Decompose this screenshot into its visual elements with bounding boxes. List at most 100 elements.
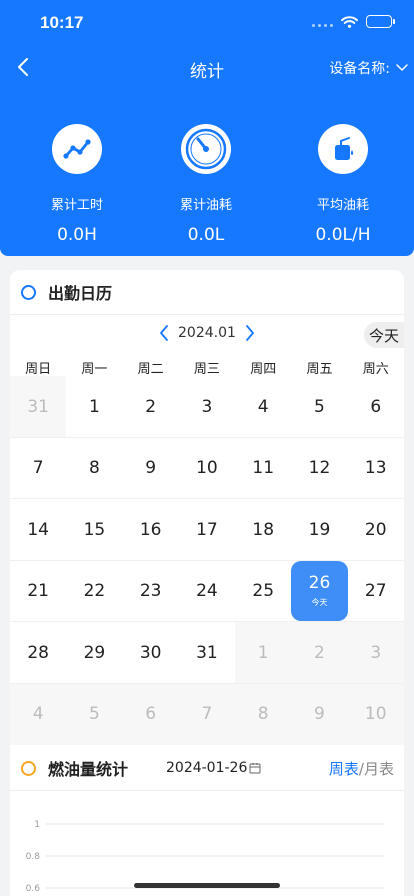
day-number: 7 bbox=[201, 704, 213, 724]
month-switcher: 2024.01 今天 bbox=[10, 320, 404, 348]
calendar-day[interactable]: 4 bbox=[235, 376, 291, 437]
month-controls: 2024.01 bbox=[158, 324, 256, 342]
stat-fuel-total: 累计油耗 0.0L bbox=[146, 124, 266, 245]
calendar-day[interactable]: 7 bbox=[10, 438, 66, 499]
day-number: 19 bbox=[308, 519, 331, 540]
calendar-title: 出勤日历 bbox=[48, 284, 113, 303]
calendar-day[interactable]: 6 bbox=[122, 683, 179, 745]
fuel-header: 燃油量统计 2024-01-26 周表/月表 bbox=[10, 746, 404, 790]
fuel-can-icon bbox=[335, 137, 354, 160]
day-number: 2 bbox=[314, 642, 325, 663]
calendar-day[interactable]: 1 bbox=[235, 622, 292, 683]
calendar-day[interactable]: 5 bbox=[291, 376, 347, 437]
calendar-week-row: 14 15 16 17 18 19 20 bbox=[10, 499, 404, 561]
table-toggle: 周表/月表 bbox=[329, 758, 394, 779]
y-tick-label: 0.8 bbox=[26, 852, 41, 862]
calendar-day[interactable]: 23 bbox=[123, 561, 179, 622]
calendar-day[interactable]: 8 bbox=[235, 683, 292, 745]
calendar-day-today[interactable]: 26 今天 bbox=[291, 560, 348, 621]
stat-value: 0.0L bbox=[187, 225, 225, 245]
calendar-day[interactable]: 4 bbox=[10, 683, 67, 745]
day-number: 31 bbox=[196, 642, 218, 663]
status-time: 10:17 bbox=[40, 13, 84, 32]
day-number: 5 bbox=[88, 704, 100, 724]
calendar-day[interactable]: 10 bbox=[347, 683, 404, 745]
day-number: 10 bbox=[364, 704, 387, 724]
calendar-day[interactable]: 3 bbox=[179, 376, 235, 437]
calendar-day[interactable]: 13 bbox=[348, 438, 404, 499]
divider bbox=[10, 790, 404, 791]
stat-label: 平均油耗 bbox=[316, 198, 369, 213]
calendar-day[interactable]: 31 bbox=[10, 376, 67, 437]
calendar-icon bbox=[249, 763, 261, 774]
day-number: 4 bbox=[257, 396, 269, 417]
calendar-week-row: 28 29 30 31 1 2 3 bbox=[10, 622, 404, 684]
calendar-day[interactable]: 21 bbox=[10, 561, 66, 622]
calendar-day[interactable]: 9 bbox=[123, 438, 179, 499]
month-table-tab[interactable]: 月表 bbox=[364, 760, 394, 778]
calendar-day[interactable]: 27 bbox=[348, 561, 404, 622]
nav-bar: 统计 设备名称: bbox=[0, 50, 414, 84]
header: 10:17 统计 设备名称: 累计工时 0.0H 累计油耗 0.0L 平均油耗 … bbox=[0, 0, 414, 256]
next-month-button[interactable] bbox=[244, 324, 256, 342]
day-number: 22 bbox=[83, 581, 106, 601]
calendar-week-row: 21 22 23 24 25 26 今天 27 bbox=[10, 560, 404, 622]
day-number: 3 bbox=[201, 396, 213, 417]
calendar-day[interactable]: 2 bbox=[123, 376, 179, 437]
calendar-day[interactable]: 28 bbox=[10, 622, 66, 683]
day-number: 27 bbox=[364, 581, 387, 601]
calendar-day[interactable]: 19 bbox=[291, 499, 347, 560]
day-number: 29 bbox=[83, 642, 106, 663]
calendar-day[interactable]: 7 bbox=[178, 683, 236, 745]
calendar-day[interactable]: 3 bbox=[347, 622, 404, 683]
chevron-down-icon bbox=[396, 64, 408, 72]
calendar-day[interactable]: 15 bbox=[66, 499, 122, 560]
calendar-header: 出勤日历 bbox=[10, 270, 404, 314]
prev-month-button[interactable] bbox=[158, 324, 170, 342]
calendar-day[interactable]: 9 bbox=[291, 683, 348, 745]
calendar-day[interactable]: 31 bbox=[179, 622, 235, 683]
calendar-day[interactable]: 11 bbox=[235, 438, 291, 499]
day-number: 13 bbox=[364, 458, 387, 478]
status-bar: 10:17 bbox=[0, 0, 414, 46]
today-sub-label: 今天 bbox=[311, 598, 328, 607]
stat-value: 0.0H bbox=[57, 225, 97, 245]
divider bbox=[10, 314, 404, 315]
calendar-day[interactable]: 12 bbox=[291, 438, 347, 499]
day-number: 10 bbox=[196, 458, 218, 478]
calendar-day[interactable]: 16 bbox=[123, 499, 179, 560]
calendar-day[interactable]: 14 bbox=[10, 499, 66, 560]
day-number: 16 bbox=[139, 519, 162, 540]
circle-bullet-icon bbox=[21, 284, 36, 300]
calendar-day[interactable]: 1 bbox=[66, 376, 122, 437]
stat-label: 累计工时 bbox=[50, 198, 103, 213]
stat-icon-circle bbox=[318, 124, 368, 174]
calendar-day[interactable]: 17 bbox=[179, 499, 235, 560]
day-number: 2 bbox=[145, 396, 157, 417]
calendar-day[interactable]: 18 bbox=[235, 499, 291, 560]
calendar-day[interactable]: 6 bbox=[348, 376, 404, 437]
day-number: 9 bbox=[314, 704, 325, 724]
weekday-label: 周五 bbox=[306, 362, 333, 377]
weekday-header: 周日 周一 周二 周三 周四 周五 周六 bbox=[10, 358, 404, 377]
stat-label: 累计油耗 bbox=[179, 198, 232, 213]
weekday-label: 周日 bbox=[25, 362, 52, 377]
stat-value: 0.0L/H bbox=[315, 225, 371, 245]
calendar-day[interactable]: 22 bbox=[66, 561, 122, 622]
calendar-day[interactable]: 29 bbox=[66, 622, 122, 683]
calendar-day[interactable]: 8 bbox=[66, 438, 122, 499]
calendar-day[interactable]: 10 bbox=[179, 438, 235, 499]
day-number: 9 bbox=[145, 458, 157, 478]
day-number: 8 bbox=[88, 458, 100, 478]
date-picker[interactable]: 2024-01-26 bbox=[166, 760, 261, 776]
weekday-label: 周二 bbox=[137, 362, 164, 377]
week-table-tab[interactable]: 周表 bbox=[329, 760, 359, 778]
calendar-day[interactable]: 20 bbox=[348, 499, 404, 560]
device-selector[interactable]: 设备名称: bbox=[329, 58, 408, 78]
calendar-day[interactable]: 25 bbox=[235, 561, 291, 622]
today-button[interactable]: 今天 bbox=[364, 322, 404, 348]
calendar-day[interactable]: 5 bbox=[66, 683, 123, 745]
calendar-day[interactable]: 24 bbox=[179, 561, 235, 622]
calendar-day[interactable]: 2 bbox=[291, 622, 348, 683]
calendar-day[interactable]: 30 bbox=[123, 622, 179, 683]
